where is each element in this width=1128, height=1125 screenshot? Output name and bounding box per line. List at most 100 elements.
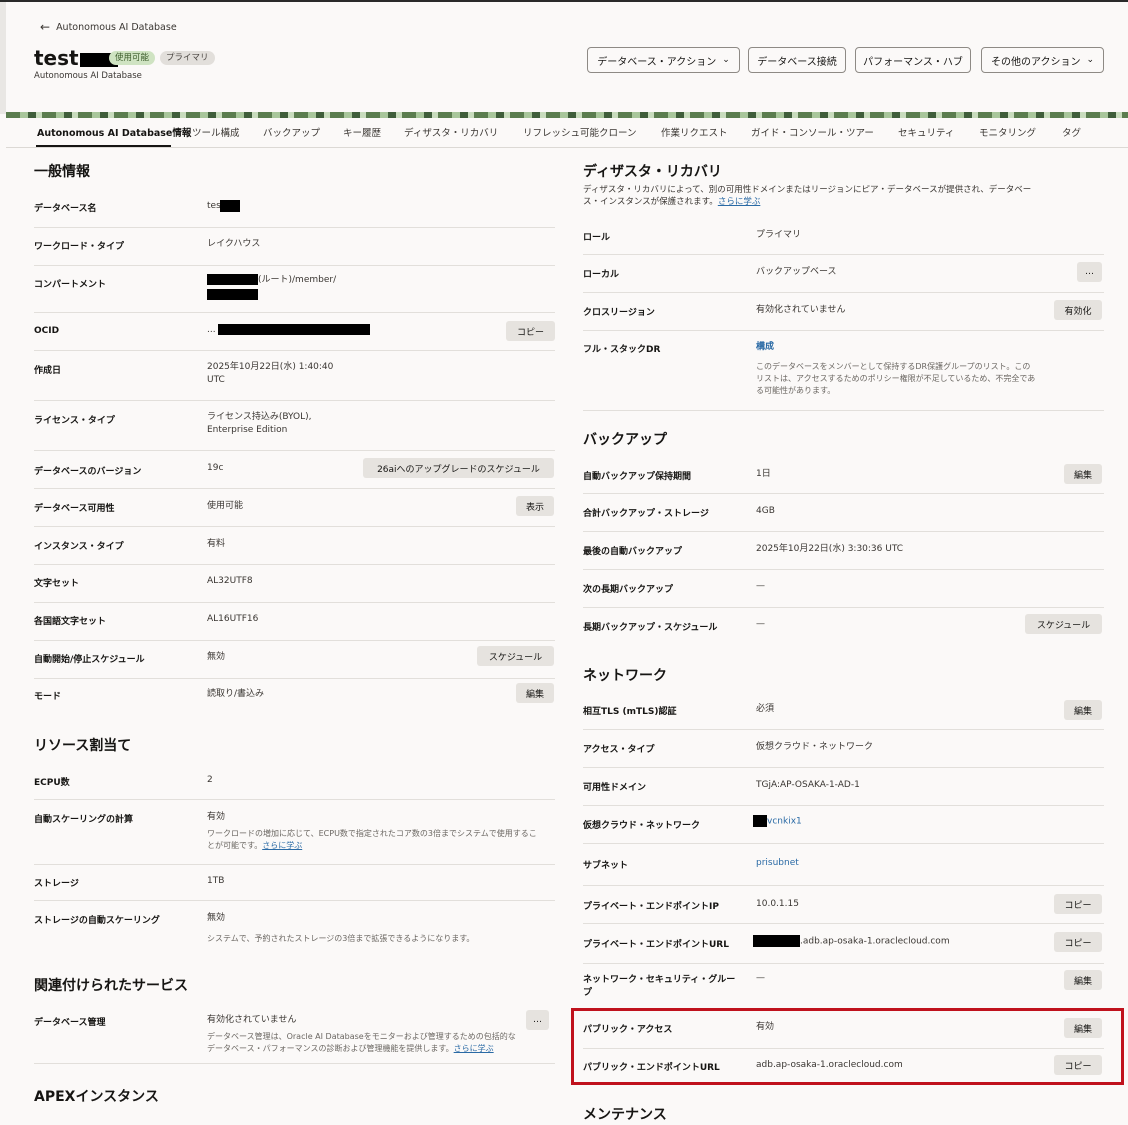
row-db-name: データベース名 test: [34, 190, 555, 228]
redacted-block: [753, 815, 767, 827]
page-subtitle: Autonomous AI Database: [34, 71, 142, 81]
access-type-value: 仮想クラウド・ネットワーク: [756, 742, 874, 752]
label: データベース可用性: [34, 504, 115, 514]
row-autostart: 自動開始/停止スケジュール 無効 スケジュール: [34, 641, 555, 679]
chevron-down-icon: ⌄: [722, 55, 730, 65]
performance-hub-button[interactable]: パフォーマンス・ハブ: [855, 47, 971, 73]
database-connect-button[interactable]: データベース接続: [748, 47, 846, 73]
subnet-link[interactable]: prisubnet: [756, 857, 799, 870]
ecpu-value: 2: [207, 775, 213, 785]
tab-disaster-recovery[interactable]: ディザスタ・リカバリ: [404, 125, 498, 139]
dr-description: ディザスタ・リカバリによって、別の可用性ドメインまたはリージョンにピア・データベ…: [583, 184, 1108, 208]
row-ocid: OCID ... コピー: [34, 313, 555, 351]
related-services-heading: 関連付けられたサービス: [34, 978, 188, 994]
copy-private-ip-button[interactable]: コピー: [1054, 894, 1102, 914]
enable-cross-region-button[interactable]: 有効化: [1054, 300, 1102, 320]
label: サブネット: [583, 861, 629, 871]
created-date: 2025年10月22日(水) 1:40:40: [207, 362, 334, 372]
desc-line: リストは、アクセスするためのポリシー権限が不足しているため、不完全であ: [756, 374, 1036, 383]
created-value: 2025年10月22日(水) 1:40:40 UTC: [207, 361, 333, 387]
tab-tool-config[interactable]: ツール構成: [192, 125, 240, 139]
row-storage: ストレージ 1TB: [34, 865, 555, 901]
label: ライセンス・タイプ: [34, 416, 115, 426]
desc-line: とが可能です。: [207, 841, 263, 850]
redacted-block: [207, 274, 258, 285]
autostart-schedule-button[interactable]: スケジュール: [477, 646, 554, 666]
last-backup-value: 2025年10月22日(水) 3:30:36 UTC: [756, 544, 904, 554]
desc-line: データベース・パフォーマンスの診断および管理機能を提供します。: [207, 1044, 454, 1053]
storage-value: 1TB: [207, 876, 225, 886]
show-availability-button[interactable]: 表示: [516, 496, 554, 516]
tab-guided-tour[interactable]: ガイド・コンソール・ツアー: [751, 125, 874, 139]
backup-storage-value: 4GB: [756, 506, 775, 516]
label: プライベート・エンドポイントURL: [583, 940, 729, 950]
more-actions-icon[interactable]: …: [1077, 262, 1102, 282]
copy-ocid-button[interactable]: コピー: [506, 321, 555, 341]
tab-work-requests[interactable]: 作業リクエスト: [661, 125, 728, 139]
ncharset-value: AL16UTF16: [207, 614, 259, 624]
mtls-value: 必須: [756, 704, 775, 714]
version-value: 19c: [207, 463, 224, 473]
license-line-2: Enterprise Edition: [207, 425, 288, 435]
tab-security[interactable]: セキュリティ: [898, 125, 954, 139]
full-stack-dr-description: このデータベースをメンバーとして保持するDR保護グループのリスト。この リストは、…: [756, 361, 1056, 397]
tab-monitoring[interactable]: モニタリング: [979, 125, 1036, 139]
private-endpoint-ip-value: 10.0.1.15: [756, 899, 799, 909]
learn-more-link[interactable]: さらに学ぶ: [718, 197, 761, 207]
more-actions-icon[interactable]: …: [526, 1010, 549, 1030]
database-actions-button[interactable]: データベース・アクション ⌄: [587, 47, 740, 73]
storage-autoscale-description: システムで、予約されたストレージの3倍まで拡張できるようになります。: [207, 934, 475, 943]
local-value: バックアップベース: [756, 267, 837, 277]
nsg-value: —: [756, 973, 765, 983]
edit-mtls-button[interactable]: 編集: [1064, 700, 1102, 720]
left-strip: [0, 2, 6, 114]
edit-nsg-button[interactable]: 編集: [1064, 970, 1102, 990]
tab-backup[interactable]: バックアップ: [263, 125, 320, 139]
tab-bar: Autonomous AI Database情報 ツール構成 バックアップ キー…: [6, 118, 1128, 148]
row-ncharset: 各国語文字セット AL16UTF16: [34, 603, 555, 641]
autostart-value: 無効: [207, 652, 226, 662]
instance-type-value: 有料: [207, 539, 226, 549]
tab-adb-info[interactable]: Autonomous AI Database情報: [37, 125, 191, 139]
label: インスタンス・タイプ: [34, 542, 124, 552]
redacted-block: [220, 200, 241, 212]
row-next-long-backup: 次の長期バックアップ —: [583, 570, 1104, 608]
label: 文字セット: [34, 579, 80, 589]
edit-mode-button[interactable]: 編集: [516, 683, 554, 703]
copy-private-url-button[interactable]: コピー: [1054, 932, 1102, 952]
label: アクセス・タイプ: [583, 745, 655, 755]
edit-retention-button[interactable]: 編集: [1064, 464, 1102, 484]
backup-heading: バックアップ: [583, 432, 667, 448]
availability-domain-value: TGjA:AP-OSAKA-1-AD-1: [756, 780, 860, 790]
configure-link[interactable]: 構成: [756, 341, 774, 354]
redacted-block: [217, 324, 370, 335]
other-actions-button[interactable]: その他のアクション ⌄: [981, 47, 1104, 73]
learn-more-link[interactable]: さらに学ぶ: [262, 841, 302, 850]
label: ワークロード・タイプ: [34, 242, 125, 252]
row-autoscale: 自動スケーリングの計算 有効 ワークロードの増加に応じて、ECPU数で指定された…: [34, 800, 555, 865]
page-title: test: [34, 46, 118, 70]
license-value: ライセンス持込み(BYOL), Enterprise Edition: [207, 411, 312, 437]
db-name-value: test: [207, 200, 241, 213]
general-info-heading: 一般情報: [34, 164, 90, 180]
vcn-link[interactable]: vcnkix1: [767, 817, 802, 827]
mode-value: 読取り/書込み: [207, 689, 265, 699]
learn-more-link[interactable]: さらに学ぶ: [454, 1044, 494, 1053]
long-backup-schedule-value: —: [756, 619, 765, 629]
long-backup-schedule-button[interactable]: スケジュール: [1025, 614, 1102, 634]
row-charset: 文字セット AL32UTF8: [34, 565, 555, 603]
label: ローカル: [583, 270, 620, 280]
row-nsg: ネットワーク・セキュリティ・グループ — 編集: [583, 964, 1104, 1008]
arrow-left-icon: ←: [40, 20, 51, 34]
back-link[interactable]: ← Autonomous AI Database: [40, 20, 177, 34]
label: 作成日: [34, 366, 62, 376]
tab-refreshable-clone[interactable]: リフレッシュ可能クローン: [523, 125, 637, 139]
schedule-upgrade-button[interactable]: 26aiへのアップグレードのスケジュール: [363, 458, 554, 478]
page-title-text: test: [34, 46, 79, 70]
tab-key-history[interactable]: キー履歴: [343, 125, 381, 139]
row-license: ライセンス・タイプ ライセンス持込み(BYOL), Enterprise Edit…: [34, 401, 555, 451]
tab-tags[interactable]: タグ: [1062, 125, 1081, 139]
desc-line: このデータベースをメンバーとして保持するDR保護グループのリスト。この: [756, 362, 1031, 371]
maintenance-heading: メンテナンス: [583, 1107, 667, 1123]
desc-line: ス・インスタンスが保護されます。: [583, 197, 718, 207]
